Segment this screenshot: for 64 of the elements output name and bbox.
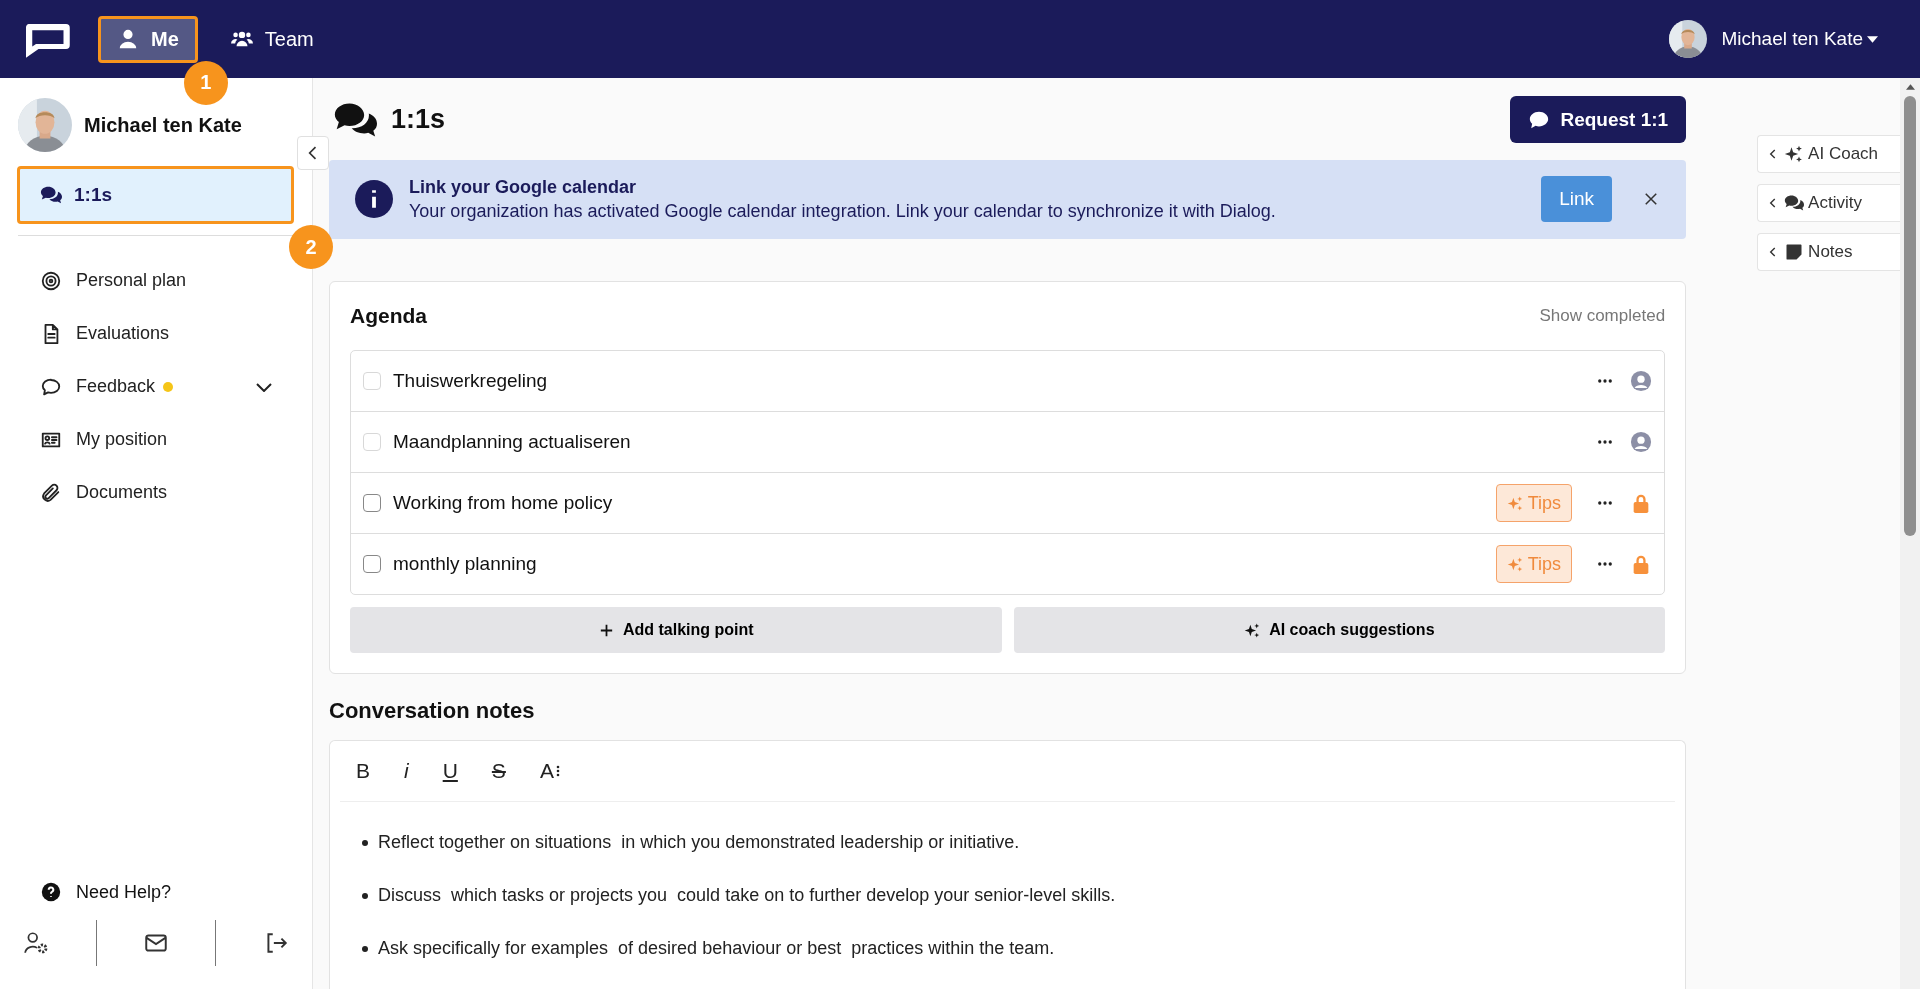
panel-tab[interactable]: Activity xyxy=(1757,184,1900,222)
person-icon xyxy=(1630,370,1653,392)
person-icon xyxy=(1630,431,1653,453)
checkbox[interactable] xyxy=(363,555,381,573)
add-button[interactable]: Add talking point xyxy=(350,607,1002,653)
more-icon[interactable] xyxy=(1596,378,1615,384)
info-icon xyxy=(355,180,393,219)
nav-tab[interactable]: Team xyxy=(211,15,333,63)
talking-point: Working from home policy xyxy=(393,492,613,514)
list-bullet xyxy=(362,892,368,899)
note-icon xyxy=(1784,242,1805,262)
note-text: Discuss which tasks or projects you could take on to further develop your senior-level skills. xyxy=(378,885,1116,906)
talking-point: monthly planning xyxy=(393,553,537,575)
list-bullet xyxy=(362,945,368,952)
show-completed-link[interactable]: Show completed xyxy=(1539,306,1666,326)
user-menu[interactable]: Michael ten Kate xyxy=(1721,28,1878,50)
talking-point: Maandplanning actualiseren xyxy=(393,431,631,453)
more-icon[interactable] xyxy=(1596,439,1615,445)
more-vertical-icon xyxy=(555,764,560,778)
target-icon xyxy=(40,269,62,292)
more-icon[interactable] xyxy=(1596,500,1615,506)
collapse-button[interactable] xyxy=(297,136,329,170)
section-title: Conversation notes xyxy=(329,698,536,724)
talking-point: Thuiswerkregeling xyxy=(393,370,548,392)
user-icon xyxy=(117,28,139,50)
scroll-up-icon[interactable] xyxy=(1905,84,1915,90)
format-button[interactable]: B xyxy=(350,759,376,783)
sidebar-item[interactable]: Documents xyxy=(0,466,312,519)
chat-icon xyxy=(1784,193,1805,213)
profile-name: Michael ten Kate xyxy=(84,113,242,137)
page-title: 1:1s xyxy=(391,104,446,136)
note-text: Ask specifically for examples of desired behaviour or best practices within the team. xyxy=(378,938,1055,959)
scrollbar-thumb[interactable] xyxy=(1904,96,1916,536)
scrollbar[interactable] xyxy=(1900,78,1920,989)
caret-icon xyxy=(1867,35,1878,43)
format-button[interactable]: i xyxy=(398,759,415,783)
chat-icon xyxy=(40,184,62,206)
sidebar-item[interactable]: 1:1s xyxy=(17,166,294,224)
format-button[interactable]: A xyxy=(533,759,566,783)
format-button[interactable]: U xyxy=(436,759,464,783)
sparkle-icon xyxy=(1506,555,1524,573)
more-icon[interactable] xyxy=(1596,561,1615,567)
nav-tab[interactable]: Me xyxy=(98,15,198,63)
banner-text: Your organization has activated Google calendar integration. Link your calendar to synchronize it with Dialog. xyxy=(409,200,1277,222)
user-settings-icon[interactable] xyxy=(23,930,50,956)
section-title: Agenda xyxy=(350,304,427,328)
request-button[interactable]: Request 1:1 xyxy=(1510,96,1687,144)
checkbox[interactable] xyxy=(363,494,381,512)
note-text: Reflect together on situations in which you demonstrated leadership or initiative. xyxy=(378,832,1020,853)
banner-title: Link your Google calendar xyxy=(409,176,638,198)
panel-tab[interactable]: AI Coach xyxy=(1757,135,1900,173)
sparkle-icon xyxy=(1506,494,1524,512)
paperclip-icon xyxy=(40,481,62,504)
sidebar-item[interactable]: My position xyxy=(0,413,312,466)
sidebar-item[interactable]: Feedback xyxy=(0,360,312,413)
panel-tab[interactable]: Notes xyxy=(1757,233,1900,271)
sparkle-icon xyxy=(1784,144,1805,164)
list-bullet xyxy=(362,839,368,846)
sidebar-item[interactable]: Evaluations xyxy=(0,307,312,360)
step-marker: 2 xyxy=(289,225,333,269)
format-button[interactable]: S xyxy=(485,759,512,783)
help-link[interactable]: Need Help? xyxy=(0,881,312,903)
suggestions-button[interactable]: AI coach suggestions xyxy=(1013,607,1666,653)
help-icon xyxy=(40,881,62,903)
